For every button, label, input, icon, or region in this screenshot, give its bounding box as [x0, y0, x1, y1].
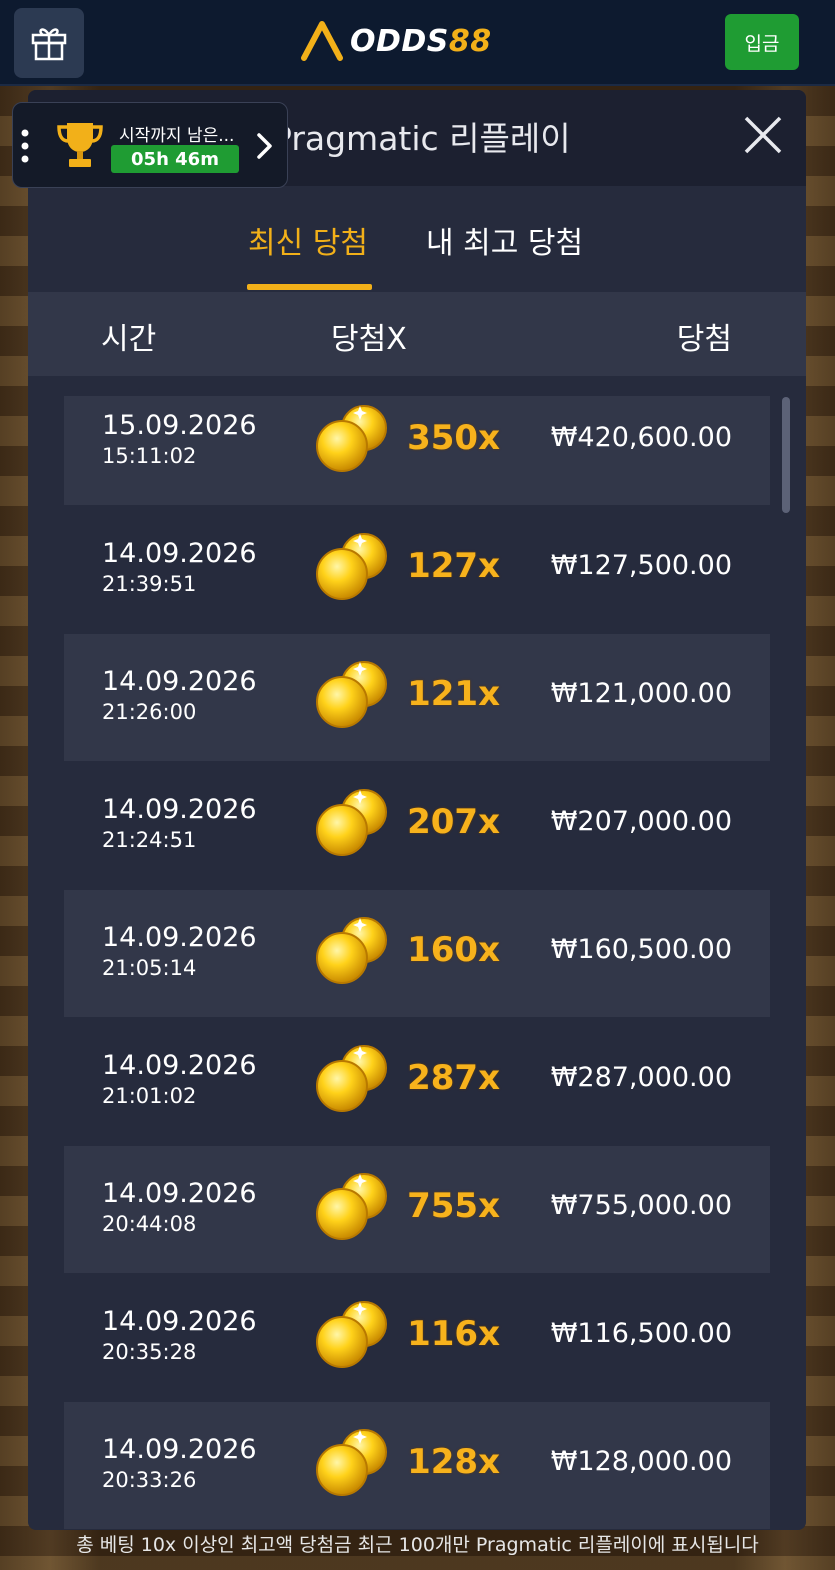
table-row[interactable]: 14.09.2026 21:24:51 207x ₩207,000.00	[64, 762, 770, 889]
tournament-timer: 05h 46m	[111, 145, 239, 173]
table-row[interactable]: 14.09.2026 20:33:26 128x ₩128,000.00	[64, 1402, 770, 1529]
row-date: 14.09.2026	[102, 1306, 257, 1337]
tournament-label: 시작까지 남은...	[119, 126, 235, 146]
table-header: 시간 당첨X 당첨	[28, 292, 806, 376]
trophy-icon	[57, 123, 103, 167]
row-multiplier: 287x	[407, 1058, 500, 1098]
row-multiplier: 128x	[407, 1442, 500, 1482]
row-amount: ₩207,000.00	[550, 806, 732, 837]
row-time: 20:35:28	[102, 1340, 197, 1364]
row-amount: ₩420,600.00	[550, 422, 732, 453]
close-button[interactable]	[740, 112, 786, 158]
row-date: 14.09.2026	[102, 1434, 257, 1465]
modal-title: Pragmatic 리플레이	[272, 119, 571, 158]
row-date: 14.09.2026	[102, 1178, 257, 1209]
active-tab-indicator	[247, 284, 372, 290]
coins-icon	[314, 528, 394, 608]
top-bar: ODDS88 입금	[0, 0, 835, 86]
coins-icon	[314, 656, 394, 736]
replay-modal: Pragmatic 리플레이 최신 당첨 내 최고 당첨 시간 당첨X 당첨 1…	[28, 90, 806, 1530]
coins-icon	[314, 784, 394, 864]
table-row[interactable]: 14.09.2026 20:44:08 755x ₩755,000.00	[64, 1146, 770, 1273]
brand-logo[interactable]: ODDS88	[300, 18, 492, 64]
table-row[interactable]: 14.09.2026 21:26:00 121x ₩121,000.00	[64, 634, 770, 761]
tournament-widget[interactable]: 시작까지 남은... 05h 46m	[12, 102, 288, 188]
table-row[interactable]: 14.09.2026 21:05:14 160x ₩160,500.00	[64, 890, 770, 1017]
row-multiplier: 116x	[407, 1314, 500, 1354]
row-multiplier: 127x	[407, 546, 500, 586]
chevron-right-icon[interactable]	[253, 131, 275, 161]
table-row[interactable]: 14.09.2026 21:39:51 127x ₩127,500.00	[64, 506, 770, 633]
row-amount: ₩127,500.00	[550, 550, 732, 581]
gift-button[interactable]	[14, 8, 84, 78]
row-time: 21:39:51	[102, 572, 197, 596]
column-header-time: 시간	[101, 322, 157, 357]
row-time: 21:24:51	[102, 828, 197, 852]
row-amount: ₩116,500.00	[550, 1318, 732, 1349]
row-amount: ₩121,000.00	[550, 678, 732, 709]
row-multiplier: 350x	[407, 418, 500, 458]
deposit-button[interactable]: 입금	[725, 14, 799, 70]
coins-icon	[314, 1296, 394, 1376]
row-time: 20:44:08	[102, 1212, 197, 1236]
table-row[interactable]: 14.09.2026 20:35:28 116x ₩116,500.00	[64, 1274, 770, 1401]
row-time: 21:26:00	[102, 700, 197, 724]
coins-icon	[314, 1424, 394, 1504]
tab-latest-wins[interactable]: 최신 당첨	[248, 218, 368, 262]
row-time: 15:11:02	[102, 444, 197, 468]
coins-icon	[314, 1168, 394, 1248]
footer-note: 총 베팅 10x 이상인 최고액 당첨금 최근 100개만 Pragmatic …	[76, 1534, 759, 1556]
tab-my-best-wins[interactable]: 내 최고 당첨	[426, 218, 583, 262]
logo-mark-icon	[301, 21, 343, 61]
row-date: 14.09.2026	[102, 1050, 257, 1081]
row-multiplier: 207x	[407, 802, 500, 842]
gift-icon	[31, 28, 67, 61]
row-date: 15.09.2026	[102, 410, 257, 441]
scrollbar[interactable]	[782, 397, 790, 513]
table-row[interactable]: 15.09.2026 15:11:02 350x ₩420,600.00	[64, 396, 770, 505]
coins-icon	[314, 1040, 394, 1120]
row-date: 14.09.2026	[102, 666, 257, 697]
row-date: 14.09.2026	[102, 794, 257, 825]
column-header-win: 당첨	[676, 322, 732, 357]
row-date: 14.09.2026	[102, 922, 257, 953]
row-time: 20:33:26	[102, 1468, 197, 1492]
row-date: 14.09.2026	[102, 538, 257, 569]
row-multiplier: 755x	[407, 1186, 500, 1226]
row-multiplier: 121x	[407, 674, 500, 714]
row-amount: ₩755,000.00	[550, 1190, 732, 1221]
coins-icon	[314, 912, 394, 992]
logo-text: ODDS88	[350, 23, 492, 59]
row-amount: ₩128,000.00	[550, 1446, 732, 1477]
row-amount: ₩160,500.00	[550, 934, 732, 965]
column-header-multiplier: 당첨X	[331, 322, 407, 357]
row-multiplier: 160x	[407, 930, 500, 970]
row-amount: ₩287,000.00	[550, 1062, 732, 1093]
wins-list[interactable]: 15.09.2026 15:11:02 350x ₩420,600.00 14.09.2…	[64, 396, 770, 1530]
tabs-bar: 최신 당첨 내 최고 당첨	[28, 186, 806, 290]
drag-handle-icon[interactable]	[21, 129, 29, 163]
table-row[interactable]: 14.09.2026 21:01:02 287x ₩287,000.00	[64, 1018, 770, 1145]
coins-icon	[314, 400, 394, 480]
row-time: 21:05:14	[102, 956, 197, 980]
row-time: 21:01:02	[102, 1084, 197, 1108]
close-icon	[744, 116, 782, 154]
